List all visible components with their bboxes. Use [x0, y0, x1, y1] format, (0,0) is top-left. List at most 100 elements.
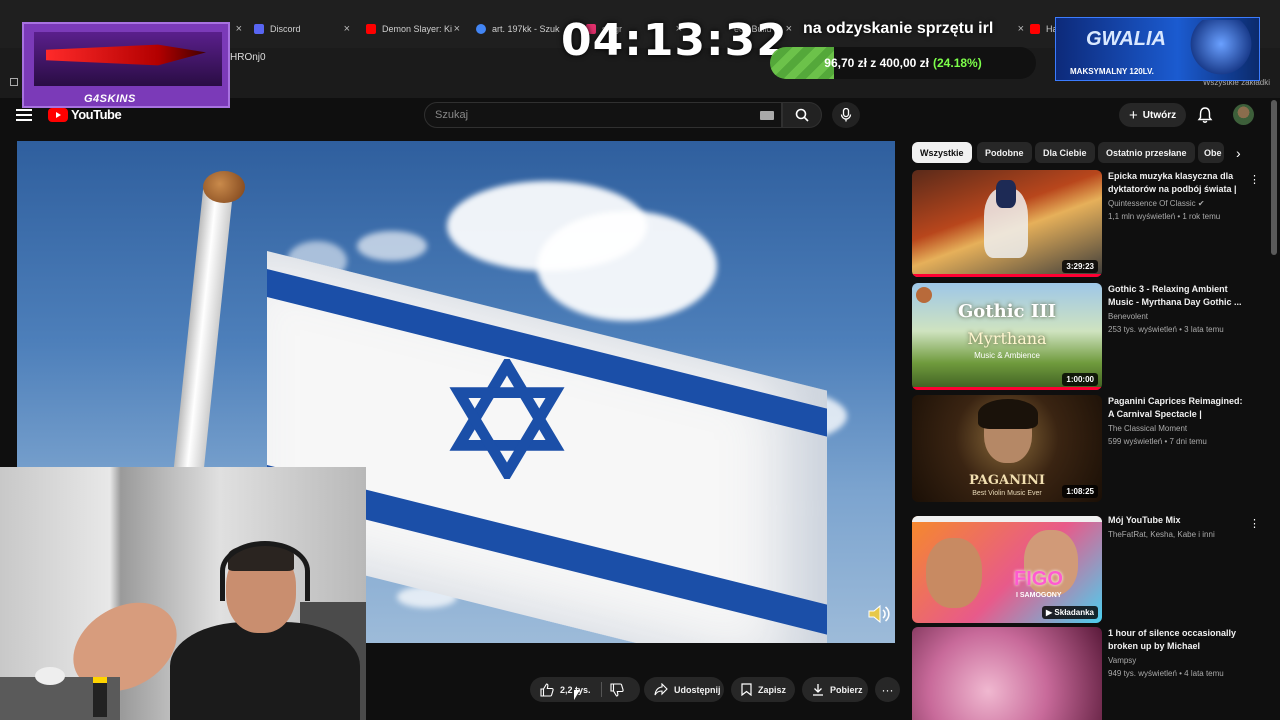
- chip-all[interactable]: Wszystkie: [912, 142, 972, 163]
- download-button[interactable]: Pobierz: [802, 677, 868, 702]
- chip-recently-uploaded[interactable]: Ostatnio przesłane: [1098, 142, 1195, 163]
- video-title[interactable]: Gothic 3 - Relaxing Ambient Music - Myrt…: [1108, 283, 1244, 309]
- youtube-icon: [1030, 24, 1040, 34]
- video-meta: 599 wyświetleń • 7 dni temu: [1108, 437, 1207, 446]
- recommendation-item[interactable]: PAGANINI Best Violin Music Ever 1:08:25 …: [912, 395, 1262, 503]
- mix-stack-edge: [912, 516, 1102, 522]
- stream-timer: 04:13:32: [561, 15, 788, 66]
- star-of-david-icon: [449, 359, 565, 479]
- share-label: Udostępnij: [674, 684, 721, 695]
- tab-youtube[interactable]: Ha: [1030, 18, 1058, 40]
- plus-icon: +: [1129, 106, 1138, 124]
- video-thumbnail[interactable]: 3:29:23: [912, 170, 1102, 277]
- thumb-subtitle: Myrthana: [967, 329, 1047, 348]
- thumb-rider: [996, 180, 1016, 208]
- cloud: [537, 211, 717, 321]
- youtube-logo[interactable]: YouTube: [48, 107, 122, 122]
- close-icon[interactable]: ×: [236, 23, 242, 35]
- more-vert-icon[interactable]: ⋮: [1249, 517, 1260, 530]
- channel-name[interactable]: The Classical Moment: [1108, 424, 1187, 433]
- recommendation-item[interactable]: 1 hour of silence occasionally broken up…: [912, 627, 1262, 720]
- video-thumbnail[interactable]: [912, 627, 1102, 720]
- goal-amount: 96,70 zł z 400,00 zł: [824, 56, 930, 70]
- video-title[interactable]: 1 hour of silence occasionally broken up…: [1108, 627, 1244, 653]
- scrollbar[interactable]: [1271, 100, 1277, 255]
- thumbs-down-icon: [610, 682, 624, 697]
- channel-name[interactable]: Vampsy: [1108, 656, 1136, 665]
- tab-close[interactable]: ×: [228, 18, 242, 40]
- close-icon[interactable]: ×: [1018, 23, 1024, 35]
- channel-name[interactable]: Benevolent: [1108, 312, 1148, 321]
- apps-icon[interactable]: [10, 78, 18, 86]
- tab-search[interactable]: art. 197kk - Szuk: [476, 18, 566, 40]
- video-title[interactable]: Epicka muzyka klasyczna dla dyktatorów n…: [1108, 170, 1244, 196]
- thumb-title: FIGO: [1014, 568, 1063, 590]
- webcam-shirt: [170, 622, 360, 720]
- video-meta: 253 tys. wyświetleń • 3 lata temu: [1108, 325, 1224, 334]
- create-button[interactable]: + Utwórz: [1119, 103, 1187, 127]
- thumbs-up-icon: [540, 682, 554, 697]
- voice-search-button[interactable]: [832, 102, 860, 128]
- more-actions-button[interactable]: ···: [875, 677, 900, 702]
- video-duration: 1:08:25: [1062, 485, 1098, 498]
- mic-icon: [840, 108, 852, 122]
- gwalia-subtitle: MAKSYMALNY 120LV.: [1070, 67, 1154, 76]
- youtube-icon: [366, 24, 376, 34]
- tab-label: art. 197kk - Szuk: [492, 24, 560, 34]
- keyboard-icon[interactable]: [760, 111, 774, 120]
- tab-demon-slayer[interactable]: Demon Slayer: Ki ×: [366, 18, 460, 40]
- recommendation-item[interactable]: FIGO I SAMOGONY ▶ Składanka Mój YouTube …: [912, 514, 1262, 623]
- video-thumbnail[interactable]: PAGANINI Best Violin Music Ever 1:08:25: [912, 395, 1102, 502]
- like-button[interactable]: 2,2 tys.: [530, 677, 601, 702]
- close-icon[interactable]: ×: [454, 23, 460, 35]
- tab-close[interactable]: ×: [1010, 18, 1024, 40]
- video-title[interactable]: Paganini Caprices Reimagined: A Carnival…: [1108, 395, 1244, 421]
- download-label: Pobierz: [830, 684, 863, 695]
- recommendation-item[interactable]: 3:29:23 Epicka muzyka klasyczna dla dykt…: [912, 170, 1262, 278]
- video-duration: 1:00:00: [1062, 373, 1098, 386]
- save-button[interactable]: Zapisz: [731, 677, 795, 702]
- watch-progress: [912, 387, 1102, 390]
- dislike-button[interactable]: [602, 677, 640, 702]
- save-label: Zapisz: [758, 684, 787, 695]
- url-text[interactable]: HROnj0: [230, 52, 266, 63]
- avatar[interactable]: [1233, 104, 1254, 125]
- search-input[interactable]: Szukaj: [424, 102, 782, 128]
- chip-watched[interactable]: Obe: [1198, 142, 1224, 163]
- recommendation-item[interactable]: Gothic III Myrthana Music & Ambience 1:0…: [912, 283, 1262, 391]
- mix-badge: ▶ Składanka: [1042, 606, 1098, 619]
- chip-related[interactable]: Podobne: [977, 142, 1032, 163]
- chevron-right-icon[interactable]: ›: [1236, 145, 1241, 161]
- thumb-hair: [978, 399, 1038, 429]
- volume-icon[interactable]: [866, 601, 892, 627]
- gwalia-server-banner: GWALIA MAKSYMALNY 120LV.: [1055, 17, 1260, 81]
- bell-icon[interactable]: [1196, 106, 1214, 124]
- youtube-play-icon: [48, 107, 68, 122]
- tab-label: Discord: [270, 24, 301, 34]
- video-thumbnail[interactable]: Gothic III Myrthana Music & Ambience 1:0…: [912, 283, 1102, 390]
- webcam-bottle: [93, 677, 107, 717]
- streamer-webcam: [0, 467, 366, 720]
- discord-icon: [254, 24, 264, 34]
- close-icon[interactable]: ×: [344, 23, 350, 35]
- thumb-person: [926, 538, 982, 608]
- thumb-title: Gothic III: [957, 301, 1057, 322]
- video-duration: 3:29:23: [1062, 260, 1098, 273]
- goal-percent: (24.18%): [933, 56, 982, 70]
- more-vert-icon[interactable]: ⋮: [1249, 173, 1260, 186]
- video-thumbnail[interactable]: FIGO I SAMOGONY ▶ Składanka: [912, 516, 1102, 623]
- video-meta: 1,1 mln wyświetleń • 1 rok temu: [1108, 212, 1221, 221]
- chip-for-you[interactable]: Dla Ciebie: [1035, 142, 1095, 163]
- cloud: [357, 231, 427, 261]
- search-icon: [795, 108, 809, 122]
- google-icon: [476, 24, 486, 34]
- channel-name[interactable]: Quintessence Of Classic ✔: [1108, 199, 1205, 208]
- menu-icon[interactable]: [16, 109, 32, 121]
- tab-discord[interactable]: Discord ×: [254, 18, 350, 40]
- share-icon: [654, 683, 668, 696]
- video-title[interactable]: Mój YouTube Mix: [1108, 514, 1244, 527]
- search-button[interactable]: [782, 102, 822, 128]
- share-button[interactable]: Udostępnij: [644, 677, 724, 702]
- video-meta: 949 tys. wyświetleń • 4 lata temu: [1108, 669, 1224, 678]
- channel-name[interactable]: TheFatRat, Kesha, Kabe i inni: [1108, 530, 1215, 539]
